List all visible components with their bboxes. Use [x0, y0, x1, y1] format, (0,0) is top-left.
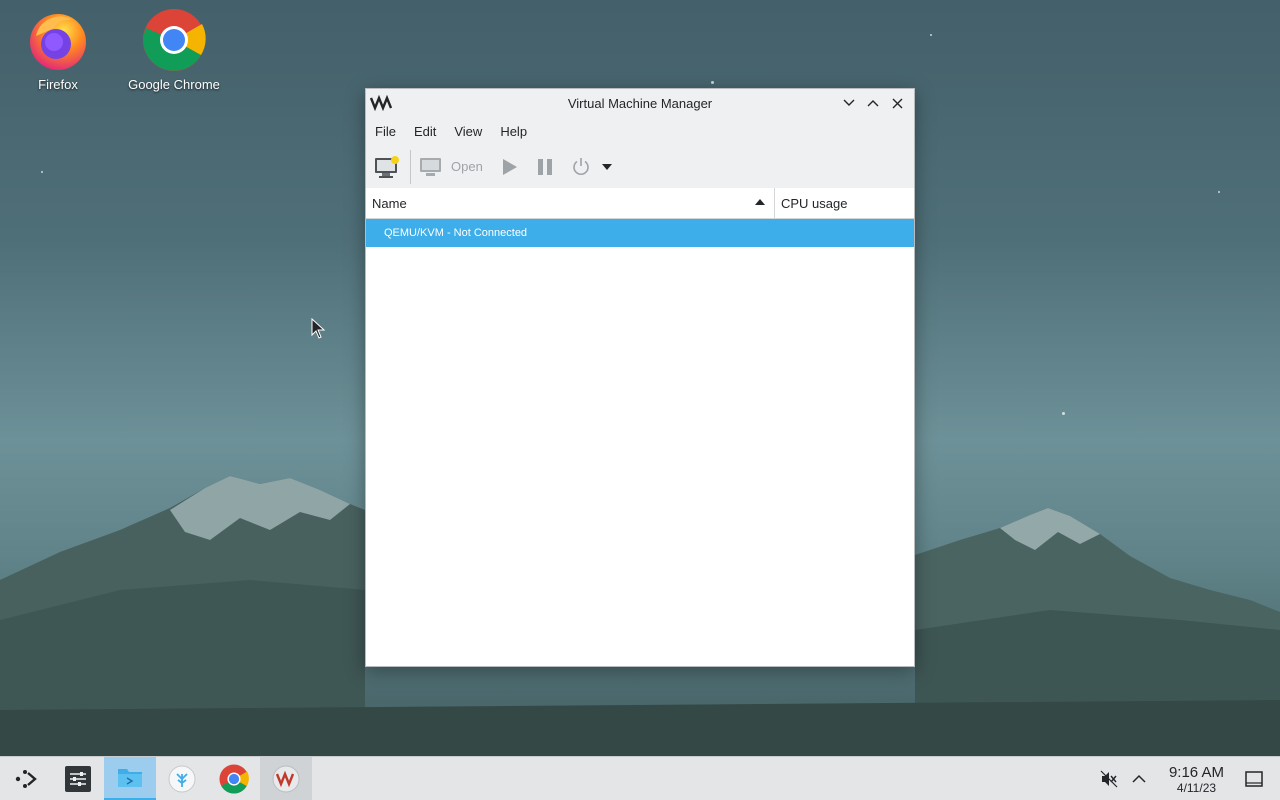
window-title: Virtual Machine Manager: [567, 95, 713, 111]
menu-file[interactable]: File: [369, 124, 402, 139]
minimize-button[interactable]: [838, 93, 860, 113]
connection-list[interactable]: Name CPU usage QEMU/KVM - Not Connected: [366, 188, 914, 666]
star: [41, 171, 43, 173]
tray-expand-button[interactable]: [1125, 765, 1153, 793]
close-icon: [892, 98, 902, 108]
settings-sliders-icon: [65, 765, 91, 792]
launcher-icon: [15, 769, 37, 788]
taskbar-chrome-button[interactable]: [208, 757, 260, 800]
clock-time: 9:16 AM: [1168, 763, 1224, 781]
list-item-connection[interactable]: QEMU/KVM - Not Connected: [366, 219, 914, 247]
run-button[interactable]: [499, 152, 519, 182]
list-header: Name CPU usage: [366, 188, 914, 219]
shutdown-menu-button[interactable]: [601, 152, 613, 182]
power-icon: [573, 157, 589, 175]
pause-button[interactable]: [535, 152, 555, 182]
show-desktop-button[interactable]: [1240, 765, 1268, 793]
chevron-down-icon: [843, 99, 855, 106]
chrome-label: Google Chrome: [128, 77, 220, 92]
connection-name: QEMU/KVM - Not Connected: [384, 227, 528, 239]
folder-icon: [118, 769, 142, 787]
clock-date: 4/11/23: [1176, 780, 1217, 795]
column-header-name[interactable]: Name: [366, 188, 775, 218]
volume-button[interactable]: [1095, 765, 1123, 793]
firefox-label: Firefox: [38, 77, 78, 92]
menu-bar: File Edit View Help: [366, 117, 914, 145]
column-header-cpu-label: CPU usage: [781, 195, 848, 211]
star: [1062, 412, 1065, 415]
close-button[interactable]: [886, 93, 908, 113]
desktop: Firefox Google Chrome Virtual Machine Ma…: [0, 0, 1280, 800]
column-header-cpu[interactable]: CPU usage: [775, 188, 914, 218]
star: [711, 81, 714, 84]
system-tray: 9:16 AM 4/11/23: [1095, 757, 1280, 800]
pause-icon: [537, 158, 552, 175]
virt-manager-icon: [272, 765, 300, 792]
open-button-label: Open: [451, 159, 483, 174]
taskbar-settings-button[interactable]: [52, 757, 104, 800]
taskbar-file-manager-button[interactable]: [104, 756, 156, 800]
chrome-icon: [219, 763, 249, 794]
discover-store-icon: [168, 765, 196, 792]
column-header-name-label: Name: [372, 195, 407, 211]
taskbar-discover-button[interactable]: [156, 757, 208, 800]
taskbar: 9:16 AM 4/11/23: [0, 756, 1280, 800]
toolbar: Open: [366, 145, 914, 188]
chevron-up-icon: [1132, 774, 1146, 783]
open-button[interactable]: Open: [419, 152, 483, 182]
application-launcher-button[interactable]: [0, 757, 52, 800]
digital-clock[interactable]: 9:16 AM 4/11/23: [1169, 765, 1224, 794]
mouse-cursor-icon: [311, 318, 326, 339]
virt-manager-logo-icon: [370, 95, 392, 111]
new-vm-button[interactable]: [374, 152, 400, 182]
taskbar-virt-manager-button[interactable]: [260, 756, 312, 800]
menu-view[interactable]: View: [448, 124, 488, 139]
menu-help[interactable]: Help: [494, 124, 533, 139]
title-bar[interactable]: Virtual Machine Manager: [366, 89, 914, 117]
toolbar-separator: [410, 149, 411, 184]
new-vm-icon: [375, 155, 399, 178]
play-icon: [502, 158, 517, 175]
virt-manager-window: Virtual Machine Manager File Edit View H…: [365, 88, 915, 667]
menu-edit[interactable]: Edit: [408, 124, 442, 139]
dropdown-arrow-icon: [601, 163, 612, 170]
sort-ascending-icon: [755, 199, 765, 205]
star: [1218, 191, 1220, 193]
shutdown-button[interactable]: [571, 152, 591, 182]
monitor-icon: [420, 157, 441, 176]
star: [930, 34, 932, 36]
firefox-desktop-icon[interactable]: Firefox: [3, 8, 113, 92]
chrome-desktop-icon[interactable]: Google Chrome: [119, 8, 229, 92]
show-desktop-icon: [1245, 771, 1263, 787]
chrome-icon: [142, 8, 206, 72]
maximize-button[interactable]: [862, 93, 884, 113]
firefox-icon: [26, 8, 90, 72]
speaker-muted-icon: [1100, 770, 1118, 788]
chevron-up-icon: [867, 100, 879, 107]
